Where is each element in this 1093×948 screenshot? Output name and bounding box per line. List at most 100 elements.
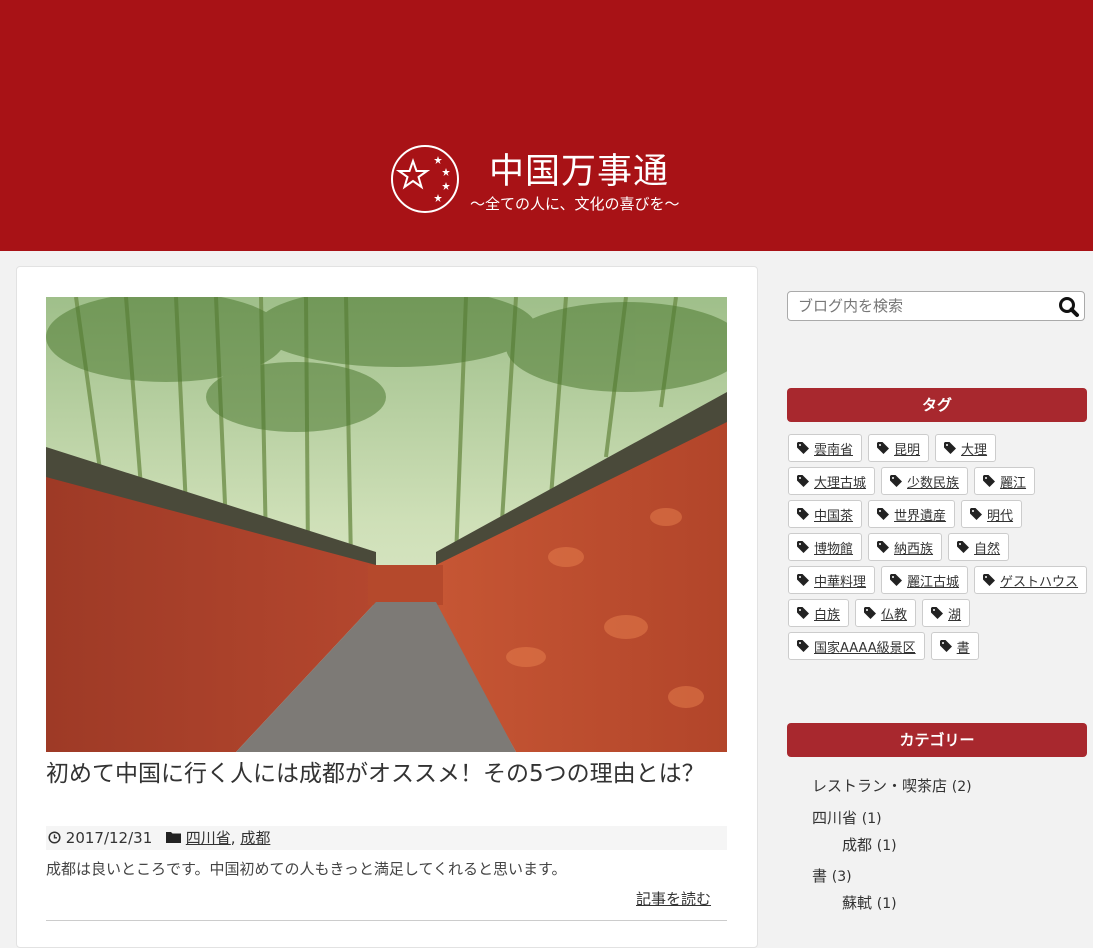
category-link-chengdu[interactable]: 成都 [240, 829, 270, 847]
tag-label: 明代 [987, 508, 1014, 524]
tag-link[interactable]: 麗江古城 [881, 566, 969, 594]
category-item-sushi[interactable]: 蘇軾 (1) [812, 890, 1087, 916]
tag-link[interactable]: 仏教 [855, 599, 917, 627]
tag-label: 書 [956, 640, 970, 656]
tag-label: 世界遺産 [894, 508, 947, 524]
tag-link[interactable]: 白族 [788, 599, 850, 627]
clock-icon [48, 831, 61, 844]
post-meta: 2017/12/31 四川省, 成都 [46, 826, 727, 850]
tag-label: 白族 [814, 607, 841, 623]
tag-label: 大理古城 [814, 475, 867, 491]
category-list: レストラン・喫茶店 (2) 四川省 (1) 成都 (1) 書 (3) 蘇軾 (1… [812, 772, 1087, 916]
star-emblem-icon[interactable] [390, 144, 460, 214]
category-label: レストラン・喫茶店 [812, 777, 948, 795]
tag-icon [957, 541, 970, 553]
tag-icon [939, 640, 952, 652]
category-count: (1) [876, 838, 897, 854]
search-icon[interactable] [1058, 296, 1080, 318]
post-excerpt: 成都は良いところです。中国初めての人もきっと満足してくれると思います。 [46, 860, 567, 878]
tag-link[interactable]: 湖 [922, 599, 971, 627]
site-tagline: 〜全ての人に、文化の喜びを〜 [470, 195, 680, 213]
tag-label: 大理 [961, 442, 988, 458]
category-label: 蘇軾 [842, 894, 873, 912]
tag-icon [944, 442, 957, 454]
category-item-sichuan[interactable]: 四川省 (1) [812, 804, 1087, 832]
tag-link[interactable]: 麗江 [974, 467, 1036, 495]
tag-link[interactable]: ゲストハウス [974, 566, 1088, 594]
tag-icon [797, 640, 809, 652]
tag-label: ゲストハウス [1000, 574, 1079, 590]
tag-icon [983, 475, 996, 487]
tag-link[interactable]: 中華料理 [788, 566, 876, 594]
tag-link[interactable]: 明代 [961, 500, 1023, 528]
search-box [787, 291, 1085, 321]
post-thumbnail[interactable] [46, 297, 727, 752]
tag-icon [797, 574, 809, 586]
category-widget-title: カテゴリー [787, 723, 1087, 757]
tag-icon [877, 442, 890, 454]
tag-link[interactable]: 書 [930, 632, 979, 660]
category-count: (3) [831, 869, 852, 885]
tag-link[interactable]: 昆明 [868, 434, 930, 462]
tag-label: 麗江古城 [907, 574, 960, 590]
tag-label: 中国茶 [814, 508, 854, 524]
tag-link[interactable]: 国家AAAA級景区 [788, 632, 925, 660]
tag-link[interactable]: 博物館 [788, 533, 863, 561]
read-more-link[interactable]: 記事を読む [636, 888, 711, 909]
post-divider [46, 920, 727, 921]
tag-icon [797, 508, 809, 520]
folder-icon [166, 832, 181, 843]
tag-label: 自然 [974, 541, 1001, 557]
post-date: 2017/12/31 [48, 826, 152, 850]
search-input[interactable] [798, 296, 1048, 316]
tag-link[interactable]: 雲南省 [788, 434, 863, 462]
bamboo-path-image [46, 297, 727, 752]
tag-icon [983, 574, 996, 586]
tag-icon [877, 508, 890, 520]
tag-icon [890, 574, 903, 586]
tag-label: 湖 [948, 607, 962, 623]
tag-icon [797, 442, 809, 454]
tag-label: 中華料理 [814, 574, 867, 590]
tags-widget-title: タグ [787, 388, 1087, 422]
tag-label: 納西族 [894, 541, 934, 557]
tag-icon [877, 541, 890, 553]
category-separator: , [230, 829, 241, 847]
post-date-text: 2017/12/31 [65, 829, 153, 847]
site-header: 中国万事通 〜全ての人に、文化の喜びを〜 [0, 0, 1093, 251]
post-title[interactable]: 初めて中国に行く人には成都がオススメ！その5つの理由とは？ [46, 759, 706, 790]
category-label: 四川省 [812, 809, 858, 827]
tag-link[interactable]: 中国茶 [788, 500, 863, 528]
tag-icon [797, 475, 809, 487]
category-item-restaurant[interactable]: レストラン・喫茶店 (2) [812, 772, 1087, 800]
tag-label: 麗江 [1000, 475, 1027, 491]
tag-cloud: 雲南省 昆明 大理大理古城 少数民族 麗江中国茶 世界遺産 明代博物館 納西族 自然中華料理 麗江… [788, 434, 1088, 660]
tag-icon [797, 607, 809, 619]
site-title[interactable]: 中国万事通 [489, 143, 669, 194]
tag-link[interactable]: 世界遺産 [868, 500, 956, 528]
category-count: (2) [951, 779, 972, 795]
tag-label: 仏教 [881, 607, 908, 623]
tag-label: 雲南省 [814, 442, 854, 458]
category-count: (1) [876, 896, 897, 912]
tag-label: 少数民族 [907, 475, 960, 491]
category-link-sichuan[interactable]: 四川省 [186, 829, 231, 847]
category-count: (1) [861, 811, 882, 827]
tag-label: 博物館 [814, 541, 854, 557]
category-label: 成都 [842, 836, 873, 854]
tag-link[interactable]: 納西族 [868, 533, 943, 561]
category-item-calligraphy[interactable]: 書 (3) [812, 862, 1087, 890]
tag-icon [970, 508, 983, 520]
tag-link[interactable]: 自然 [948, 533, 1010, 561]
post-categories: 四川省, 成都 [166, 826, 270, 850]
tag-icon [797, 541, 809, 553]
tag-label: 国家AAAA級景区 [814, 640, 916, 656]
tag-icon [890, 475, 903, 487]
tag-link[interactable]: 大理古城 [788, 467, 876, 495]
category-item-chengdu[interactable]: 成都 (1) [812, 832, 1087, 858]
tag-link[interactable]: 少数民族 [881, 467, 969, 495]
tag-label: 昆明 [894, 442, 921, 458]
tag-icon [931, 607, 944, 619]
category-label: 書 [812, 867, 828, 885]
tag-link[interactable]: 大理 [935, 434, 997, 462]
